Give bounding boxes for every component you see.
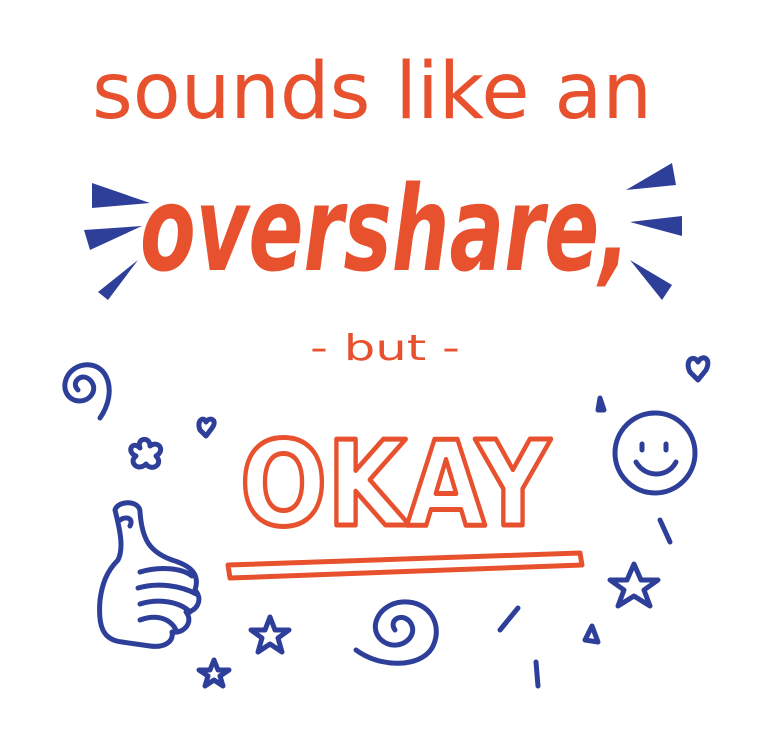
illustration-canvas: sounds like an overshare, - but - OKAY xyxy=(0,0,760,729)
star-icon xyxy=(248,614,292,655)
thumbs-up-icon xyxy=(97,500,202,649)
burst-mark-icon xyxy=(657,517,673,545)
lettering-line-overshare: overshare, xyxy=(140,160,630,298)
spiral-icon xyxy=(62,362,112,421)
star-icon xyxy=(196,657,232,689)
lettering-line-okay: OKAY xyxy=(240,415,551,553)
burst-mark-icon xyxy=(497,605,521,633)
star-icon xyxy=(607,561,661,609)
burst-mark-icon xyxy=(626,163,682,300)
flower-icon xyxy=(128,437,164,470)
underline-decoration xyxy=(225,550,585,581)
heart-icon xyxy=(196,416,217,439)
illustration-svg: sounds like an overshare, - but - OKAY xyxy=(62,47,711,689)
burst-mark-icon xyxy=(582,623,601,645)
spiral-icon xyxy=(353,599,439,666)
heart-icon xyxy=(685,355,711,383)
burst-mark-icon xyxy=(533,659,541,689)
lettering-line-but: - but - xyxy=(310,328,460,369)
burst-mark-icon xyxy=(595,395,607,413)
smiley-face-icon xyxy=(612,410,698,496)
lettering-line-sounds-like-an: sounds like an xyxy=(92,47,652,137)
